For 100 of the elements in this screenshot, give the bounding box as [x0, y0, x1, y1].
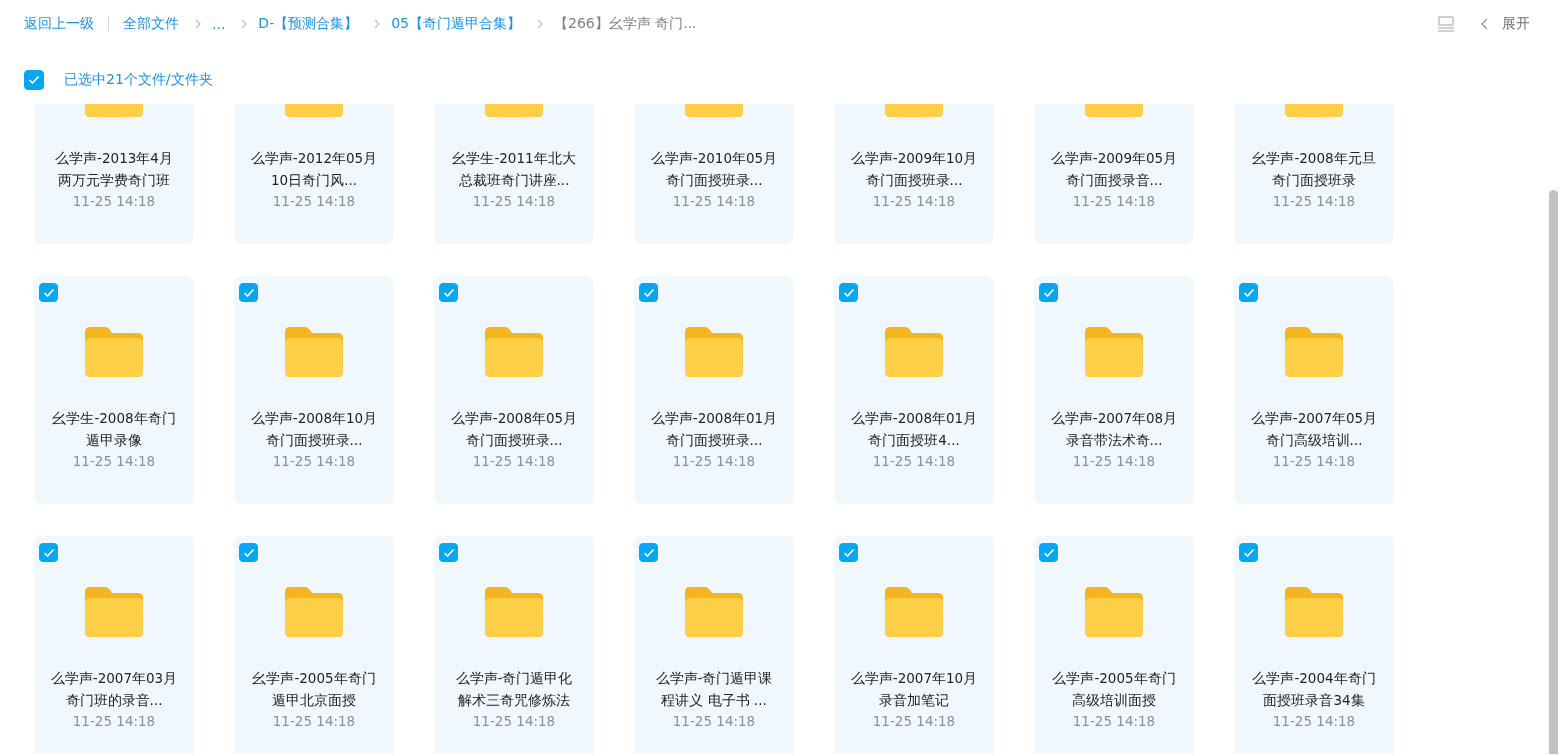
modified-time: 11-25 14:18	[472, 713, 556, 729]
folder-card[interactable]: 么学声-2007年03月奇门班的录音... 11-25 14:18	[34, 536, 194, 754]
folder-card[interactable]: 幺学声-2005年奇门遁甲北京面授 11-25 14:18	[234, 536, 394, 754]
checkbox[interactable]	[1239, 283, 1258, 302]
folder-card[interactable]: 么学声-2008年10月奇门面授班录... 11-25 14:18	[234, 276, 394, 504]
folder-icon	[885, 587, 943, 637]
modified-time: 11-25 14:18	[872, 193, 956, 209]
folder-name: 么学声-2010年05月奇门面授班录...	[650, 149, 778, 190]
folder-name: 么学声-2007年10月录音加笔记	[850, 669, 978, 710]
checkbox[interactable]	[439, 283, 458, 302]
folder-name: 么学声-奇门遁甲化解术三奇咒修炼法	[454, 669, 574, 710]
chevron-right-icon	[537, 19, 545, 29]
folder-name: 么学声-2008年01月奇门面授班4...	[850, 409, 978, 450]
expand-button[interactable]: 展开	[1481, 15, 1530, 33]
folder-card[interactable]: 么学声-2008年01月奇门面授班录... 11-25 14:18	[634, 276, 794, 504]
folder-icon	[1285, 327, 1343, 377]
checkbox[interactable]	[39, 283, 58, 302]
folder-icon	[485, 587, 543, 637]
modified-time: 11-25 14:18	[1272, 713, 1356, 729]
checkmark-icon	[42, 287, 55, 298]
modified-time: 11-25 14:18	[872, 713, 956, 729]
modified-time: 11-25 14:18	[872, 453, 956, 469]
folder-name: 么学声-奇门遁甲课程讲义 电子书 ...	[654, 669, 774, 710]
folder-card[interactable]: 么学声-2009年10月奇门面授班录... 11-25 14:18	[834, 104, 994, 244]
breadcrumb-item[interactable]: 全部文件	[123, 15, 179, 33]
modified-time: 11-25 14:18	[272, 713, 356, 729]
folder-name: 么学声-2013年4月两万元学费奇门班	[54, 149, 174, 190]
folder-card[interactable]: 么学声-2004年奇门面授班录音34集 11-25 14:18	[1234, 536, 1394, 754]
folder-card[interactable]: 么学声-2007年08月录音带法术奇... 11-25 14:18	[1034, 276, 1194, 504]
folder-card[interactable]: 么学声-2005年奇门高级培训面授 11-25 14:18	[1034, 536, 1194, 754]
folder-name: 幺学生-2011年北大总裁班奇门讲座...	[451, 149, 577, 190]
folder-card[interactable]: 么学声-2007年05月奇门高级培训... 11-25 14:18	[1234, 276, 1394, 504]
folder-card[interactable]: 幺学声-2008年元旦奇门面授班录 11-25 14:18	[1234, 104, 1394, 244]
checkbox[interactable]	[439, 543, 458, 562]
checkmark-icon	[442, 287, 455, 298]
select-all-checkbox[interactable]	[24, 70, 44, 90]
modified-time: 11-25 14:18	[472, 453, 556, 469]
folder-icon	[485, 327, 543, 377]
modified-time: 11-25 14:18	[472, 193, 556, 209]
folder-name: 么学声-2009年05月奇门面授录音...	[1050, 149, 1178, 190]
chevron-right-icon	[374, 19, 382, 29]
checkbox[interactable]	[1239, 543, 1258, 562]
folder-icon	[885, 327, 943, 377]
display-icon[interactable]	[1437, 16, 1455, 32]
folder-name: 幺学生-2008年奇门遁甲录像	[51, 409, 177, 450]
back-link[interactable]: 返回上一级	[24, 15, 94, 33]
checkbox[interactable]	[39, 543, 58, 562]
folder-card[interactable]: 么学声-2008年01月奇门面授班4... 11-25 14:18	[834, 276, 994, 504]
checkbox[interactable]	[839, 543, 858, 562]
checkbox[interactable]	[239, 543, 258, 562]
folder-card[interactable]: 么学声-2009年05月奇门面授录音... 11-25 14:18	[1034, 104, 1194, 244]
checkbox[interactable]	[639, 283, 658, 302]
checkmark-icon	[242, 547, 255, 558]
folder-card[interactable]: 么学声-奇门遁甲课程讲义 电子书 ... 11-25 14:18	[634, 536, 794, 754]
modified-time: 11-25 14:18	[672, 453, 756, 469]
breadcrumb-item[interactable]: 【266】幺学声 奇门...	[554, 15, 697, 33]
modified-time: 11-25 14:18	[672, 193, 756, 209]
checkbox[interactable]	[639, 543, 658, 562]
checkmark-icon	[1042, 547, 1055, 558]
folder-card[interactable]: 么学声-2010年05月奇门面授班录... 11-25 14:18	[634, 104, 794, 244]
modified-time: 11-25 14:18	[1072, 453, 1156, 469]
folder-name: 么学声-2004年奇门面授班录音34集	[1251, 669, 1377, 710]
modified-time: 11-25 14:18	[1072, 713, 1156, 729]
checkmark-icon	[642, 547, 655, 558]
folder-card[interactable]: 么学声-奇门遁甲化解术三奇咒修炼法 11-25 14:18	[434, 536, 594, 754]
modified-time: 11-25 14:18	[72, 453, 156, 469]
checkmark-icon	[1242, 547, 1255, 558]
folder-icon	[285, 587, 343, 637]
checkbox[interactable]	[1039, 283, 1058, 302]
folder-card[interactable]: 么学声-2013年4月两万元学费奇门班 11-25 14:18	[34, 104, 194, 244]
folder-name: 么学声-2008年10月奇门面授班录...	[250, 409, 378, 450]
modified-time: 11-25 14:18	[1272, 453, 1356, 469]
folder-icon	[285, 327, 343, 377]
folder-card[interactable]: 幺学生-2008年奇门遁甲录像 11-25 14:18	[34, 276, 194, 504]
checkbox[interactable]	[1039, 543, 1058, 562]
modified-time: 11-25 14:18	[1272, 193, 1356, 209]
modified-time: 11-25 14:18	[672, 713, 756, 729]
folder-name: 么学声-2009年10月奇门面授班录...	[850, 149, 978, 190]
folder-card[interactable]: 么学声-2012年05月10日奇门风... 11-25 14:18	[234, 104, 394, 244]
checkbox[interactable]	[239, 283, 258, 302]
checkmark-icon	[842, 547, 855, 558]
checkmark-icon	[842, 287, 855, 298]
folder-name: 么学声-2007年03月奇门班的录音...	[50, 669, 178, 710]
checkmark-icon	[42, 547, 55, 558]
checkmark-icon	[28, 75, 40, 85]
folder-name: 幺学声-2005年奇门遁甲北京面授	[251, 669, 377, 710]
modified-time: 11-25 14:18	[1072, 193, 1156, 209]
folder-icon	[1085, 587, 1143, 637]
folder-card[interactable]: 幺学生-2011年北大总裁班奇门讲座... 11-25 14:18	[434, 104, 594, 244]
checkbox[interactable]	[839, 283, 858, 302]
folder-card[interactable]: 么学声-2008年05月奇门面授班录... 11-25 14:18	[434, 276, 594, 504]
chevron-right-icon	[195, 19, 202, 29]
modified-time: 11-25 14:18	[272, 193, 356, 209]
checkmark-icon	[1042, 287, 1055, 298]
folder-name: 么学声-2012年05月10日奇门风...	[250, 149, 378, 190]
scrollbar[interactable]	[1549, 190, 1558, 754]
chevron-right-icon	[241, 19, 249, 29]
folder-card[interactable]: 么学声-2007年10月录音加笔记 11-25 14:18	[834, 536, 994, 754]
folder-name: 么学声-2008年01月奇门面授班录...	[650, 409, 778, 450]
folder-name: 么学声-2007年08月录音带法术奇...	[1050, 409, 1178, 450]
